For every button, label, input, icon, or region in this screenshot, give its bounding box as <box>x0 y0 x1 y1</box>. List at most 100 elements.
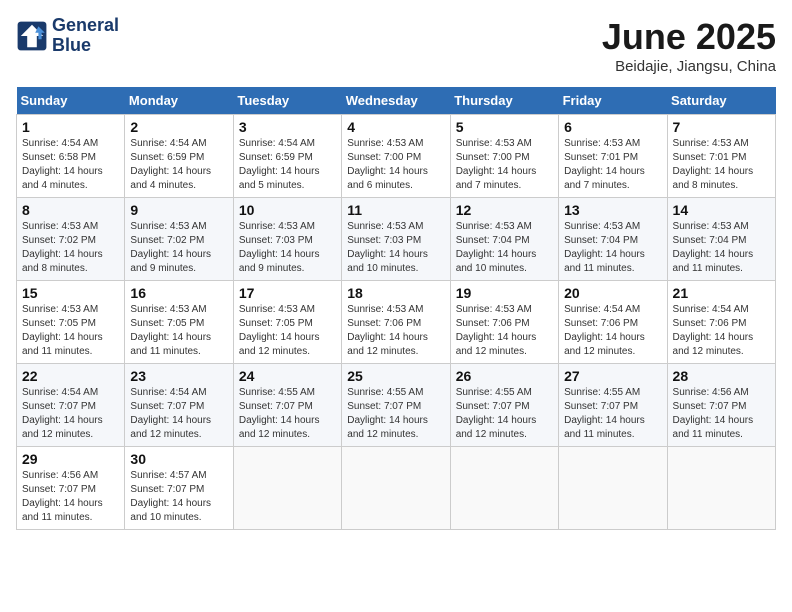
day-info: Sunrise: 4:53 AM Sunset: 7:02 PM Dayligh… <box>130 220 227 276</box>
logo: General Blue <box>16 16 119 56</box>
day-info: Sunrise: 4:57 AM Sunset: 7:07 PM Dayligh… <box>130 469 227 525</box>
day-number: 22 <box>22 368 119 384</box>
day-number: 14 <box>673 202 770 218</box>
day-number: 4 <box>347 119 444 135</box>
day-number: 20 <box>564 285 661 301</box>
day-number: 30 <box>130 451 227 467</box>
day-number: 28 <box>673 368 770 384</box>
calendar-cell <box>233 447 341 530</box>
weekday-header: Thursday <box>450 87 558 115</box>
day-info: Sunrise: 4:53 AM Sunset: 7:05 PM Dayligh… <box>22 303 119 359</box>
day-number: 12 <box>456 202 553 218</box>
day-info: Sunrise: 4:53 AM Sunset: 7:05 PM Dayligh… <box>130 303 227 359</box>
day-number: 9 <box>130 202 227 218</box>
day-number: 17 <box>239 285 336 301</box>
day-info: Sunrise: 4:55 AM Sunset: 7:07 PM Dayligh… <box>564 386 661 442</box>
calendar-cell: 29 Sunrise: 4:56 AM Sunset: 7:07 PM Dayl… <box>17 447 125 530</box>
calendar-cell: 30 Sunrise: 4:57 AM Sunset: 7:07 PM Dayl… <box>125 447 233 530</box>
day-number: 27 <box>564 368 661 384</box>
calendar-cell: 1 Sunrise: 4:54 AM Sunset: 6:58 PM Dayli… <box>17 115 125 198</box>
day-info: Sunrise: 4:53 AM Sunset: 7:01 PM Dayligh… <box>673 137 770 193</box>
day-info: Sunrise: 4:53 AM Sunset: 7:03 PM Dayligh… <box>239 220 336 276</box>
weekday-header: Tuesday <box>233 87 341 115</box>
calendar-cell: 22 Sunrise: 4:54 AM Sunset: 7:07 PM Dayl… <box>17 364 125 447</box>
day-info: Sunrise: 4:55 AM Sunset: 7:07 PM Dayligh… <box>239 386 336 442</box>
calendar-cell: 18 Sunrise: 4:53 AM Sunset: 7:06 PM Dayl… <box>342 281 450 364</box>
weekday-header: Sunday <box>17 87 125 115</box>
day-info: Sunrise: 4:53 AM Sunset: 7:04 PM Dayligh… <box>673 220 770 276</box>
calendar-cell <box>559 447 667 530</box>
day-number: 21 <box>673 285 770 301</box>
calendar-cell <box>667 447 775 530</box>
day-info: Sunrise: 4:53 AM Sunset: 7:03 PM Dayligh… <box>347 220 444 276</box>
day-info: Sunrise: 4:55 AM Sunset: 7:07 PM Dayligh… <box>347 386 444 442</box>
calendar-cell: 2 Sunrise: 4:54 AM Sunset: 6:59 PM Dayli… <box>125 115 233 198</box>
calendar-cell: 13 Sunrise: 4:53 AM Sunset: 7:04 PM Dayl… <box>559 198 667 281</box>
calendar-cell: 14 Sunrise: 4:53 AM Sunset: 7:04 PM Dayl… <box>667 198 775 281</box>
calendar-cell: 11 Sunrise: 4:53 AM Sunset: 7:03 PM Dayl… <box>342 198 450 281</box>
weekday-header: Monday <box>125 87 233 115</box>
calendar-cell: 27 Sunrise: 4:55 AM Sunset: 7:07 PM Dayl… <box>559 364 667 447</box>
day-info: Sunrise: 4:53 AM Sunset: 7:00 PM Dayligh… <box>347 137 444 193</box>
calendar-cell: 19 Sunrise: 4:53 AM Sunset: 7:06 PM Dayl… <box>450 281 558 364</box>
day-info: Sunrise: 4:54 AM Sunset: 7:07 PM Dayligh… <box>22 386 119 442</box>
calendar-cell <box>342 447 450 530</box>
calendar-cell <box>450 447 558 530</box>
day-number: 3 <box>239 119 336 135</box>
calendar-cell: 9 Sunrise: 4:53 AM Sunset: 7:02 PM Dayli… <box>125 198 233 281</box>
calendar-cell: 16 Sunrise: 4:53 AM Sunset: 7:05 PM Dayl… <box>125 281 233 364</box>
calendar-cell: 3 Sunrise: 4:54 AM Sunset: 6:59 PM Dayli… <box>233 115 341 198</box>
calendar-cell: 20 Sunrise: 4:54 AM Sunset: 7:06 PM Dayl… <box>559 281 667 364</box>
day-info: Sunrise: 4:53 AM Sunset: 7:04 PM Dayligh… <box>456 220 553 276</box>
day-number: 18 <box>347 285 444 301</box>
day-number: 10 <box>239 202 336 218</box>
day-info: Sunrise: 4:53 AM Sunset: 7:00 PM Dayligh… <box>456 137 553 193</box>
day-info: Sunrise: 4:56 AM Sunset: 7:07 PM Dayligh… <box>22 469 119 525</box>
logo-line1: General <box>52 16 119 36</box>
calendar-cell: 15 Sunrise: 4:53 AM Sunset: 7:05 PM Dayl… <box>17 281 125 364</box>
calendar-cell: 26 Sunrise: 4:55 AM Sunset: 7:07 PM Dayl… <box>450 364 558 447</box>
calendar-week-row: 1 Sunrise: 4:54 AM Sunset: 6:58 PM Dayli… <box>17 115 776 198</box>
day-info: Sunrise: 4:53 AM Sunset: 7:02 PM Dayligh… <box>22 220 119 276</box>
weekday-header: Friday <box>559 87 667 115</box>
weekday-header: Wednesday <box>342 87 450 115</box>
location: Beidajie, Jiangsu, China <box>602 58 776 75</box>
calendar-cell: 10 Sunrise: 4:53 AM Sunset: 7:03 PM Dayl… <box>233 198 341 281</box>
calendar-week-row: 29 Sunrise: 4:56 AM Sunset: 7:07 PM Dayl… <box>17 447 776 530</box>
calendar-cell: 6 Sunrise: 4:53 AM Sunset: 7:01 PM Dayli… <box>559 115 667 198</box>
calendar-week-row: 15 Sunrise: 4:53 AM Sunset: 7:05 PM Dayl… <box>17 281 776 364</box>
calendar-cell: 25 Sunrise: 4:55 AM Sunset: 7:07 PM Dayl… <box>342 364 450 447</box>
day-info: Sunrise: 4:54 AM Sunset: 7:07 PM Dayligh… <box>130 386 227 442</box>
day-info: Sunrise: 4:54 AM Sunset: 6:59 PM Dayligh… <box>130 137 227 193</box>
calendar-cell: 24 Sunrise: 4:55 AM Sunset: 7:07 PM Dayl… <box>233 364 341 447</box>
day-number: 8 <box>22 202 119 218</box>
weekday-header: Saturday <box>667 87 775 115</box>
day-number: 26 <box>456 368 553 384</box>
page-header: General Blue June 2025 Beidajie, Jiangsu… <box>16 16 776 75</box>
day-info: Sunrise: 4:56 AM Sunset: 7:07 PM Dayligh… <box>673 386 770 442</box>
day-info: Sunrise: 4:54 AM Sunset: 6:59 PM Dayligh… <box>239 137 336 193</box>
calendar-table: SundayMondayTuesdayWednesdayThursdayFrid… <box>16 87 776 530</box>
logo-line2: Blue <box>52 36 119 56</box>
day-number: 24 <box>239 368 336 384</box>
calendar-cell: 28 Sunrise: 4:56 AM Sunset: 7:07 PM Dayl… <box>667 364 775 447</box>
day-number: 5 <box>456 119 553 135</box>
day-number: 29 <box>22 451 119 467</box>
weekday-header-row: SundayMondayTuesdayWednesdayThursdayFrid… <box>17 87 776 115</box>
title-block: June 2025 Beidajie, Jiangsu, China <box>602 16 776 75</box>
calendar-cell: 8 Sunrise: 4:53 AM Sunset: 7:02 PM Dayli… <box>17 198 125 281</box>
day-info: Sunrise: 4:54 AM Sunset: 7:06 PM Dayligh… <box>673 303 770 359</box>
day-number: 7 <box>673 119 770 135</box>
calendar-cell: 17 Sunrise: 4:53 AM Sunset: 7:05 PM Dayl… <box>233 281 341 364</box>
day-info: Sunrise: 4:53 AM Sunset: 7:06 PM Dayligh… <box>456 303 553 359</box>
calendar-cell: 21 Sunrise: 4:54 AM Sunset: 7:06 PM Dayl… <box>667 281 775 364</box>
day-info: Sunrise: 4:53 AM Sunset: 7:04 PM Dayligh… <box>564 220 661 276</box>
month-title: June 2025 <box>602 16 776 58</box>
logo-icon <box>16 20 48 52</box>
day-info: Sunrise: 4:53 AM Sunset: 7:05 PM Dayligh… <box>239 303 336 359</box>
day-number: 19 <box>456 285 553 301</box>
day-number: 23 <box>130 368 227 384</box>
calendar-week-row: 22 Sunrise: 4:54 AM Sunset: 7:07 PM Dayl… <box>17 364 776 447</box>
calendar-cell: 4 Sunrise: 4:53 AM Sunset: 7:00 PM Dayli… <box>342 115 450 198</box>
day-number: 1 <box>22 119 119 135</box>
